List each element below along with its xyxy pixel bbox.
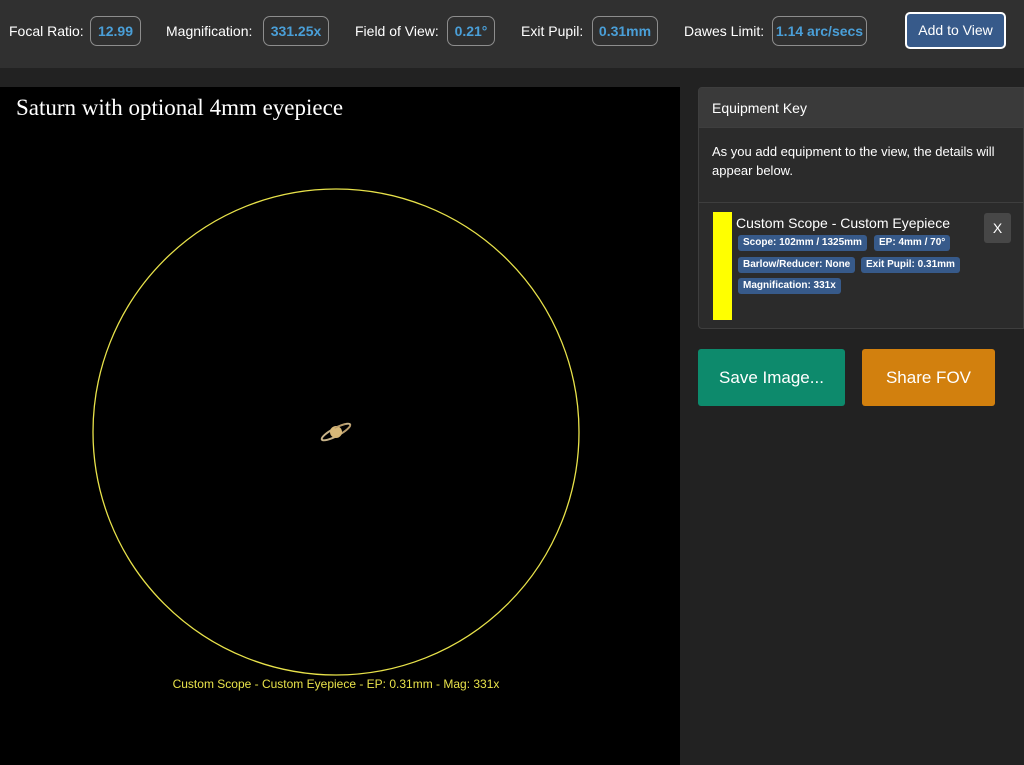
focal-ratio-value: 12.99 [90,16,141,46]
focal-ratio-label: Focal Ratio: [9,23,84,39]
fov-view: Saturn with optional 4mm eyepiece Custom… [0,87,680,765]
remove-equipment-button[interactable]: X [984,213,1011,243]
barlow-tag: Barlow/Reducer: None [738,257,856,273]
scope-tag: Scope: 102mm / 1325mm [738,235,867,251]
dawes-limit-value: 1.14 arc/secs [772,16,867,46]
view-title: Saturn with optional 4mm eyepiece [16,95,344,120]
equipment-key-header: Equipment Key [699,88,1023,128]
magnification-label: Magnification: [166,23,253,39]
field-of-view-value: 0.21° [447,16,495,46]
save-image-button[interactable]: Save Image... [698,349,845,406]
equipment-title: Custom Scope - Custom Eyepiece [736,215,950,231]
magnification-tag: Magnification: 331x [738,278,841,294]
equipment-item: Custom Scope - Custom Eyepiece X Scope: … [699,204,1024,330]
equipment-key-panel: Equipment Key As you add equipment to th… [698,87,1024,329]
field-of-view-label: Field of View: [355,23,439,39]
saturn-icon [320,422,352,442]
stats-toolbar: Focal Ratio: 12.99 Magnification: 331.25… [0,0,1024,68]
exit-pupil-value: 0.31mm [592,16,658,46]
dawes-limit-label: Dawes Limit: [684,23,765,39]
exit-pupil-label: Exit Pupil: [521,23,584,39]
add-to-view-button[interactable]: Add to View [905,12,1006,49]
exit-pupil-tag: Exit Pupil: 0.31mm [861,257,960,273]
equipment-color-swatch [713,212,732,320]
eyepiece-tag: EP: 4mm / 70° [874,235,951,251]
magnification-value: 331.25x [263,16,329,46]
share-fov-button[interactable]: Share FOV [862,349,995,406]
equipment-key-description: As you add equipment to the view, the de… [699,128,1023,203]
fov-caption: Custom Scope - Custom Eyepiece - EP: 0.3… [172,677,500,691]
fov-canvas [92,188,580,676]
